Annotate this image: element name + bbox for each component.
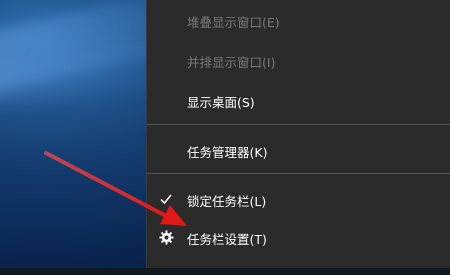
menu-item-label: 任务栏设置(T) [187,231,267,247]
menu-item-label: 任务管理器(K) [187,144,268,160]
menu-item-label: 锁定任务栏(L) [187,193,267,209]
taskbar-context-menu: 堆叠显示窗口(E) 并排显示窗口(I) 显示桌面(S) 任务管理器(K) 锁定任… [146,0,450,268]
menu-item-cascade-windows: 堆叠显示窗口(E) [147,5,450,37]
menu-item-label: 堆叠显示窗口(E) [187,14,280,30]
taskbar[interactable] [0,268,450,275]
menu-item-show-desktop[interactable]: 显示桌面(S) [147,85,450,117]
menu-separator [147,173,450,174]
check-icon [160,194,172,205]
menu-item-task-manager[interactable]: 任务管理器(K) [147,135,450,167]
menu-separator [147,124,450,125]
menu-item-label: 并排显示窗口(I) [187,54,276,70]
menu-item-taskbar-settings[interactable]: 任务栏设置(T) [147,222,450,254]
menu-item-lock-taskbar[interactable]: 锁定任务栏(L) [147,184,450,216]
gear-icon [159,230,174,245]
menu-item-label: 显示桌面(S) [187,94,255,110]
menu-item-side-by-side-windows: 并排显示窗口(I) [147,45,450,77]
